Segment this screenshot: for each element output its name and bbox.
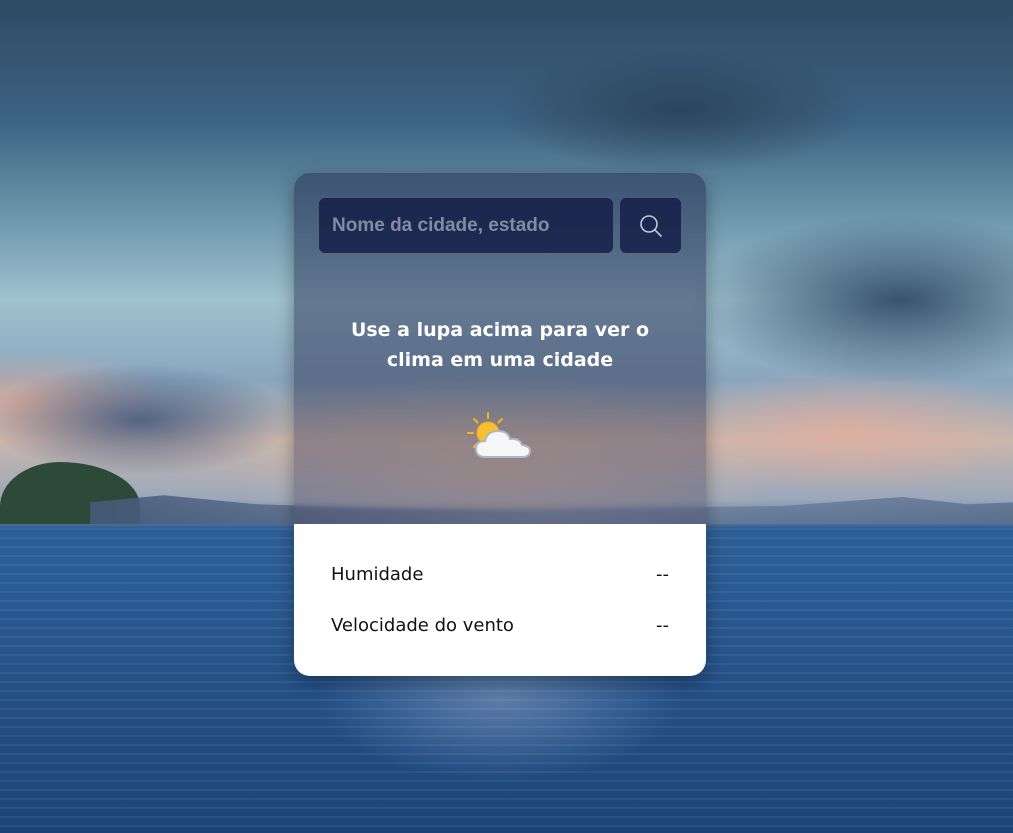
weather-card: Use a lupa acima para ver o clima em uma… — [294, 173, 706, 676]
wind-speed-row: Velocidade do vento -- — [331, 615, 669, 636]
humidity-label: Humidade — [331, 564, 424, 585]
humidity-row: Humidade -- — [331, 564, 669, 585]
wind-speed-label: Velocidade do vento — [331, 615, 514, 636]
wind-speed-value: -- — [656, 615, 669, 636]
weather-card-top: Use a lupa acima para ver o clima em uma… — [294, 173, 706, 524]
humidity-value: -- — [656, 564, 669, 585]
instruction-message: Use a lupa acima para ver o clima em uma… — [350, 319, 650, 371]
city-search-input[interactable] — [319, 198, 613, 253]
search-button[interactable] — [620, 198, 681, 253]
weather-details-panel: Humidade -- Velocidade do vento -- — [294, 524, 706, 676]
search-icon — [639, 214, 662, 237]
partly-cloudy-icon — [467, 412, 532, 458]
